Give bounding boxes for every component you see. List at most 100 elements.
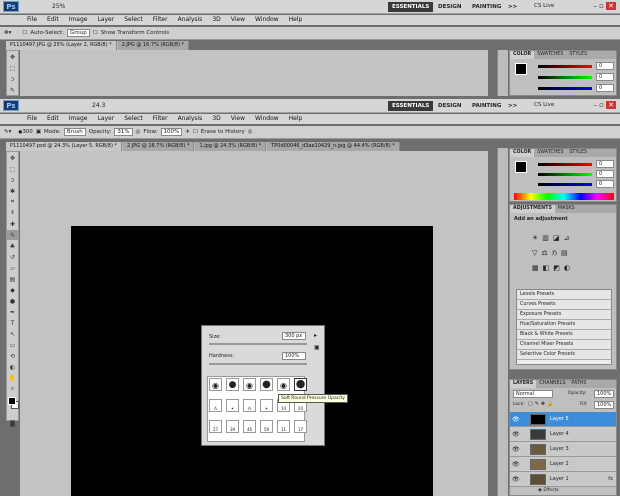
lock-icons[interactable]: ▢✎✥🔒 [528,401,555,407]
preset-curves[interactable]: Curves Presets [517,300,611,310]
group-select[interactable]: Group [67,29,90,37]
menu-filter-mid[interactable]: Filter [148,114,173,124]
workspace-more-mid[interactable]: >> [504,101,521,111]
red-value-mid[interactable]: 0 [596,160,614,168]
blue-value[interactable]: 0 [596,84,614,92]
brush-tool-icon[interactable]: ✎ [7,230,18,240]
menu-analysis-mid[interactable]: Analysis [173,114,208,124]
brush-preset[interactable]: 46 [243,420,256,433]
tab-doc-1[interactable]: P1110497.psd @ 24.3% (Layer 5, RGB/8) * [6,142,123,151]
move-tool-icon[interactable]: ✥▾ [4,30,11,36]
green-value-mid[interactable]: 0 [596,170,614,178]
marquee-tool-icon[interactable]: ⬚ [7,63,18,73]
menu-image-mid[interactable]: Image [64,114,93,124]
red-slider[interactable] [538,65,592,68]
3d-orbit-icon[interactable]: ◐ [7,362,18,372]
menu-select-mid[interactable]: Select [119,114,148,124]
eye-icon[interactable]: 👁 [512,476,520,483]
menu-layer[interactable]: Layer [92,15,119,25]
menu-window[interactable]: Window [250,15,284,25]
preset-levels[interactable]: Levels Presets [517,290,611,300]
tab-adjustments[interactable]: ADJUSTMENTS [510,205,555,213]
healing-brush-icon[interactable]: ✚ [7,219,18,229]
popup-menu-icon[interactable]: ▸ [314,332,317,339]
fill-field[interactable]: 100% [594,401,614,409]
workspace-painting[interactable]: PAINTING [468,2,505,12]
brush-preset[interactable]: 17 [294,420,307,433]
hardness-slider[interactable] [209,363,307,365]
eye-icon[interactable]: 👁 [512,431,520,438]
menu-analysis[interactable]: Analysis [173,15,208,25]
layer-opacity-field[interactable]: 100% [594,390,614,398]
brush-preset[interactable]: ● [226,378,239,391]
blur-icon[interactable]: ◆ [7,285,18,295]
erase-history-checkbox[interactable]: ☐ [193,129,198,135]
tab-masks[interactable]: MASKS [555,205,578,213]
menu-view[interactable]: View [226,15,250,25]
gradient-icon[interactable]: ▤ [7,274,18,284]
brush-preset[interactable]: 59 [260,420,273,433]
eye-icon[interactable]: 👁 [512,461,520,468]
zoom-level-mid[interactable]: 24.3 [92,102,105,109]
path-select-icon[interactable]: ↖ [7,329,18,339]
red-slider-mid[interactable] [538,163,592,166]
type-tool-icon[interactable]: T [7,318,18,328]
spectrum-bar[interactable] [514,193,614,200]
airbrush-icon[interactable]: ✈ [185,129,190,135]
blue-value-mid[interactable]: 0 [596,180,614,188]
quick-mask-icon[interactable]: ◙ [7,418,18,428]
transform-checkbox[interactable]: ☐ [93,30,98,36]
menu-select[interactable]: Select [119,15,148,25]
size-slider[interactable] [209,343,307,345]
tab-doc-2[interactable]: 2.JPG @ 16.7% (RGB/8) * [123,142,195,151]
flow-field[interactable]: 100% [160,128,183,136]
tab-color-top[interactable]: COLOR [510,51,535,59]
eye-icon[interactable]: 👁 [512,416,520,423]
menu-file-mid[interactable]: File [22,114,42,124]
green-slider[interactable] [538,76,592,79]
eye-icon[interactable]: 👁 [512,446,520,453]
preset-black-white[interactable]: Black & White Presets [517,330,611,340]
brush-preset[interactable]: ◉ [277,378,290,391]
layer-row[interactable]: 👁 Layer 1 fx [510,472,616,487]
brush-preset[interactable]: ◉ [243,378,256,391]
3d-rotate-icon[interactable]: ⟲ [7,351,18,361]
tab-styles-top[interactable]: STYLES [566,51,590,59]
lasso-tool-icon[interactable]: ↄ [7,175,18,185]
adjustment-icons[interactable]: ☀▥◪⊿ ▽⚖ℌ▤ ▦◧◩◐ [532,231,602,276]
marquee-tool-icon[interactable]: ⬚ [7,164,18,174]
foreground-swatch-mid[interactable] [515,161,527,173]
crop-tool-icon[interactable]: ⌗ [7,197,18,207]
zoom-tool-icon[interactable]: ⌕ [7,384,18,394]
brush-preset[interactable]: 27 [209,420,222,433]
blue-slider[interactable] [538,87,592,90]
window-controls[interactable]: – ▫ ✕ [580,2,616,11]
brush-preset[interactable]: 39 [226,420,239,433]
foreground-swatch[interactable] [515,63,527,75]
blend-mode-select[interactable]: Normal [513,390,553,398]
mode-select[interactable]: Brush [63,128,86,136]
tab-channels[interactable]: CHANNELS [536,380,568,388]
preset-exposure[interactable]: Exposure Presets [517,310,611,320]
menu-help-mid[interactable]: Help [284,114,308,124]
shape-tool-icon[interactable]: ▭ [7,340,18,350]
brush-tool-icon[interactable]: ✎▾ [4,129,11,135]
quick-select-icon[interactable]: ✱ [7,186,18,196]
tab-doc-2-top[interactable]: 2.JPG @ 16.7% (RGB/8) * [117,41,190,50]
menu-edit[interactable]: Edit [42,15,64,25]
pen-tool-icon[interactable]: ✒ [7,307,18,317]
workspace-more[interactable]: >> [504,2,521,12]
brush-preset[interactable]: ● [260,378,273,391]
window-controls-mid[interactable]: – ▫ ✕ [580,101,616,110]
layer-row[interactable]: 👁 Layer 3 [510,442,616,457]
layer-row[interactable]: 👁 Layer 2 [510,457,616,472]
zoom-level-top[interactable]: 25% [52,3,65,10]
blue-slider-mid[interactable] [538,183,592,186]
fx-icon[interactable]: fx [608,476,613,482]
tab-layers[interactable]: LAYERS [510,380,537,388]
hand-tool-icon[interactable]: ✋ [7,373,18,383]
tab-paths[interactable]: PATHS [568,380,589,388]
opacity-field[interactable]: 31% [114,128,133,136]
eraser-icon[interactable]: ▱ [7,263,18,273]
menu-image[interactable]: Image [64,15,93,25]
